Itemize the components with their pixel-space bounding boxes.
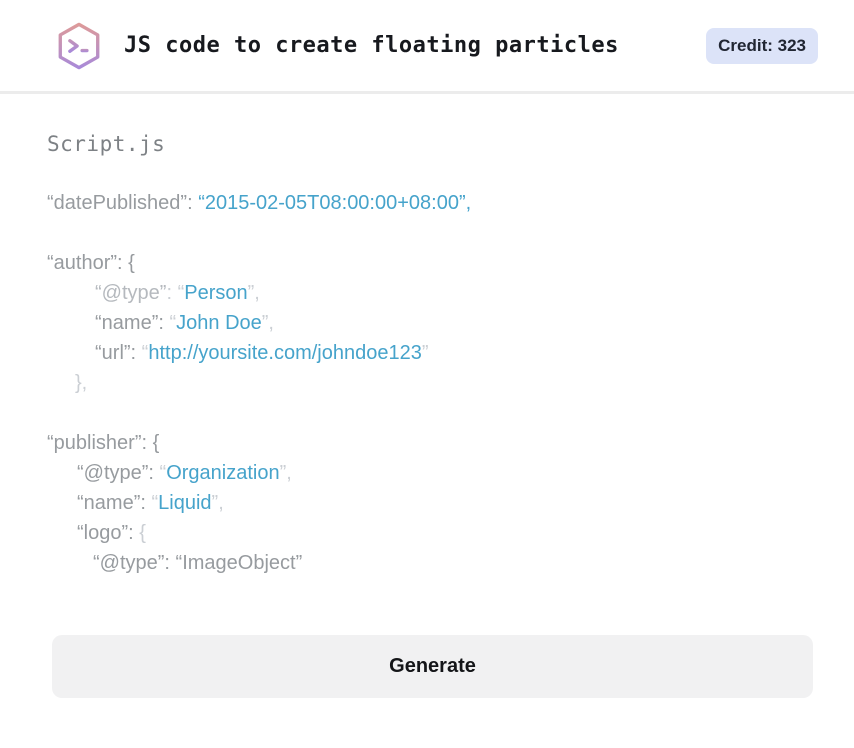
filename-heading: Script.js [47,132,166,156]
code-line: “logo”: { [47,518,814,548]
code-segment: Organization [166,462,280,484]
code-line: “@type”: “Person”, [47,278,814,308]
code-segment: ”, [279,462,292,484]
code-segment: “name”: [95,312,170,334]
generate-button[interactable]: Generate [52,635,813,698]
code-line: “publisher”: { [47,428,814,458]
code-segment: Liquid [158,492,212,514]
code-segment: “url”: [95,342,142,364]
code-segment: ”, [261,312,274,334]
code-segment: ”, [247,282,260,304]
code-segment: Person [184,282,248,304]
code-line: “author”: { [47,248,814,278]
code-segment: { [139,522,146,544]
code-segment: http://yoursite.com/johndoe123 [148,342,422,364]
terminal-prompt-logo-icon [58,22,100,69]
code-segment: “logo”: [77,522,140,544]
code-segment: “datePublished”: [47,192,199,214]
code-line: “url”: “http://yoursite.com/johndoe123” [47,338,814,368]
code-segment: “name”: [77,492,152,514]
code-line: “@type”: “ImageObject” [47,548,814,578]
code-line: “name”: “John Doe”, [47,308,814,338]
code-line: }, [47,368,814,398]
editor-panel: Script.js “datePublished”: “2015-02-05T0… [0,94,854,578]
code-segment: “publisher”: { [47,432,160,454]
code-segment: John Doe [176,312,262,334]
code-segment: ”, [211,492,224,514]
code-segment: “@type”: [77,462,160,484]
header: JS code to create floating particles Cre… [0,0,854,94]
code-segment: “@type” [95,282,167,304]
code-line: “datePublished”: “2015-02-05T08:00:00+08… [47,188,814,218]
code-line: “@type”: “Organization”, [47,458,814,488]
code-line: “name”: “Liquid”, [47,488,814,518]
credit-badge: Credit: 323 [706,27,818,64]
code-segment: }, [75,372,88,394]
footer: Generate [52,635,813,698]
code-segment: : [166,282,178,304]
code-segment: “author”: { [47,252,135,274]
page-title: JS code to create floating particles [124,33,619,58]
code-block: “datePublished”: “2015-02-05T08:00:00+08… [47,188,814,578]
code-segment: ” [421,342,429,364]
code-segment: “@type”: “ImageObject” [93,552,303,574]
code-segment: “2015-02-05T08:00:00+08:00”, [198,192,472,214]
